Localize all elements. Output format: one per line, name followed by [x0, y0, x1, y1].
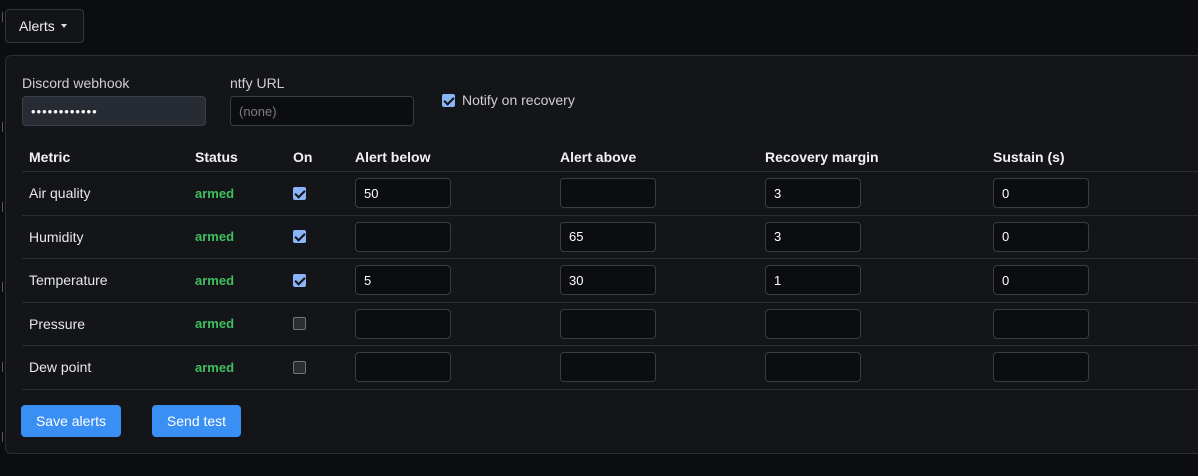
- table-row: Air quality armed: [22, 172, 1198, 216]
- metric-name: Dew point: [29, 359, 92, 376]
- webhook-label: Discord webhook: [22, 75, 130, 91]
- metric-name: Humidity: [29, 228, 84, 245]
- status-badge: armed: [195, 359, 235, 375]
- caret-down-icon: [60, 24, 67, 28]
- alerts-dropdown-button[interactable]: Alerts: [5, 9, 84, 43]
- alert-below-input[interactable]: [355, 352, 451, 383]
- alerts-panel: Discord webhook ntfy URL Notify on recov…: [5, 55, 1198, 454]
- sustain-input[interactable]: [993, 352, 1089, 383]
- header-status: Status: [195, 148, 238, 165]
- metric-name: Air quality: [29, 185, 91, 202]
- sustain-input[interactable]: [993, 178, 1089, 209]
- alert-below-input[interactable]: [355, 221, 451, 252]
- sustain-input[interactable]: [993, 265, 1089, 296]
- header-metric: Metric: [29, 148, 71, 165]
- notify-recovery-checkbox[interactable]: [442, 93, 455, 107]
- recovery-margin-input[interactable]: [765, 265, 861, 296]
- header-sustain: Sustain (s): [993, 148, 1065, 165]
- save-alerts-button[interactable]: Save alerts: [21, 405, 121, 437]
- status-badge: armed: [195, 316, 235, 332]
- header-recovery-margin: Recovery margin: [765, 148, 879, 165]
- ntfy-url-input[interactable]: [230, 96, 414, 126]
- edge-marks: [0, 0, 4, 476]
- discord-webhook-input[interactable]: [22, 96, 206, 126]
- alert-below-input[interactable]: [355, 178, 451, 209]
- enabled-checkbox[interactable]: [293, 230, 306, 244]
- table-row: Dew point armed: [22, 346, 1198, 390]
- status-badge: armed: [195, 185, 235, 201]
- enabled-checkbox[interactable]: [293, 273, 306, 287]
- sustain-input[interactable]: [993, 221, 1089, 252]
- recovery-margin-input[interactable]: [765, 308, 861, 339]
- recovery-margin-input[interactable]: [765, 221, 861, 252]
- enabled-checkbox[interactable]: [293, 360, 306, 374]
- status-badge: armed: [195, 272, 235, 288]
- header-on: On: [293, 148, 313, 165]
- header-alert-above: Alert above: [560, 148, 637, 165]
- enabled-checkbox[interactable]: [293, 186, 306, 200]
- alert-above-input[interactable]: [560, 265, 656, 296]
- table-row: Pressure armed: [22, 303, 1198, 346]
- alerts-dropdown-label: Alerts: [19, 18, 55, 34]
- table-row: Humidity armed: [22, 216, 1198, 259]
- send-test-button[interactable]: Send test: [152, 405, 241, 437]
- table-row: Temperature armed: [22, 259, 1198, 303]
- edge-mark: [0, 362, 3, 372]
- sustain-input[interactable]: [993, 308, 1089, 339]
- notify-recovery-option[interactable]: Notify on recovery: [442, 92, 575, 108]
- status-badge: armed: [195, 229, 235, 245]
- alert-above-input[interactable]: [560, 352, 656, 383]
- ntfy-label: ntfy URL: [230, 75, 285, 91]
- enabled-checkbox[interactable]: [293, 317, 306, 331]
- edge-mark: [0, 282, 3, 292]
- metric-name: Temperature: [29, 272, 108, 289]
- alert-above-input[interactable]: [560, 221, 656, 252]
- alert-below-input[interactable]: [355, 308, 451, 339]
- alert-above-input[interactable]: [560, 178, 656, 209]
- alert-below-input[interactable]: [355, 265, 451, 296]
- alerts-table: Metric Status On Alert below Alert above…: [22, 142, 1198, 390]
- notify-recovery-label: Notify on recovery: [462, 92, 575, 108]
- edge-mark: [0, 202, 3, 212]
- recovery-margin-input[interactable]: [765, 352, 861, 383]
- recovery-margin-input[interactable]: [765, 178, 861, 209]
- edge-mark: [0, 432, 3, 442]
- table-header-row: Metric Status On Alert below Alert above…: [22, 142, 1198, 172]
- header-alert-below: Alert below: [355, 148, 431, 165]
- metric-name: Pressure: [29, 315, 86, 332]
- alert-above-input[interactable]: [560, 308, 656, 339]
- edge-mark: [0, 12, 3, 22]
- edge-mark: [0, 122, 3, 132]
